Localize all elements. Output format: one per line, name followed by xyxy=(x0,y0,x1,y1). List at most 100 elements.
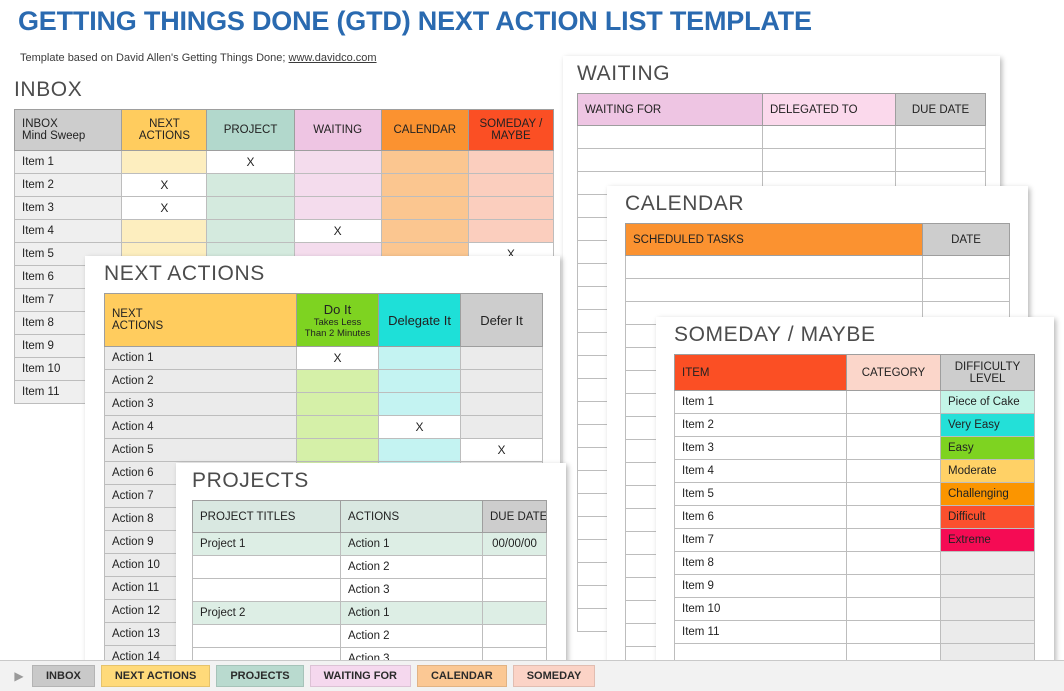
action-label[interactable]: Action 5 xyxy=(104,438,297,462)
col-scheduled-tasks[interactable]: SCHEDULED TASKS xyxy=(625,223,923,256)
someday-category-cell[interactable] xyxy=(846,574,941,598)
col-defer-it[interactable]: Defer It xyxy=(460,293,543,347)
col-delegate-it[interactable]: Delegate It xyxy=(378,293,461,347)
project-due-cell[interactable] xyxy=(482,601,547,625)
someday-item-label[interactable]: Item 10 xyxy=(674,597,847,621)
empty-cell[interactable] xyxy=(625,255,923,279)
empty-cell[interactable] xyxy=(895,125,986,149)
col-next-actions[interactable]: NEXT ACTIONS xyxy=(104,293,297,347)
project-due-cell[interactable] xyxy=(482,624,547,648)
someday-category-cell[interactable] xyxy=(846,413,941,437)
col-due-date[interactable]: DUE DATE xyxy=(895,93,986,126)
project-title-cell[interactable] xyxy=(192,555,341,579)
project-action-cell[interactable]: Action 1 xyxy=(340,532,483,556)
sheet-tab-calendar[interactable]: CALENDAR xyxy=(416,665,507,687)
inbox-cell[interactable] xyxy=(380,150,469,174)
col-waiting[interactable]: WAITING xyxy=(293,109,382,151)
project-action-cell[interactable]: Action 1 xyxy=(340,601,483,625)
col-do-it[interactable]: Do It Takes Less Than 2 Minutes xyxy=(296,293,379,347)
inbox-cell[interactable] xyxy=(121,219,208,243)
someday-category-cell[interactable] xyxy=(846,436,941,460)
someday-category-cell[interactable] xyxy=(846,528,941,552)
project-action-cell[interactable]: Action 3 xyxy=(340,578,483,602)
inbox-cell[interactable] xyxy=(206,173,295,197)
sheet-tab-someday[interactable]: SOMEDAY xyxy=(512,665,596,687)
empty-cell[interactable] xyxy=(577,148,763,172)
someday-category-cell[interactable] xyxy=(846,482,941,506)
someday-item-label[interactable]: Item 5 xyxy=(674,482,847,506)
someday-item-label[interactable]: Item 9 xyxy=(674,574,847,598)
action-label[interactable]: Action 1 xyxy=(104,346,297,370)
empty-cell[interactable] xyxy=(625,278,923,302)
sheet-tab-projects[interactable]: PROJECTS xyxy=(216,665,304,687)
inbox-cell[interactable] xyxy=(467,150,555,174)
action-cell[interactable] xyxy=(460,415,543,439)
inbox-cell[interactable] xyxy=(121,150,208,174)
sheet-tab-inbox[interactable]: INBOX xyxy=(32,665,95,687)
someday-difficulty-cell[interactable]: Difficult xyxy=(940,505,1035,529)
action-cell[interactable] xyxy=(296,369,379,393)
inbox-mark-cell[interactable]: X xyxy=(206,150,295,174)
col-someday-maybe[interactable]: SOMEDAY / MAYBE xyxy=(467,109,555,151)
action-mark-cell[interactable]: X xyxy=(296,346,379,370)
action-cell[interactable] xyxy=(296,392,379,416)
inbox-item-label[interactable]: Item 1 xyxy=(14,150,123,174)
project-action-cell[interactable]: Action 2 xyxy=(340,555,483,579)
someday-item-label[interactable]: Item 8 xyxy=(674,551,847,575)
sheet-tab-next-actions[interactable]: NEXT ACTIONS xyxy=(100,665,211,687)
col-difficulty-level[interactable]: DIFFICULTY LEVEL xyxy=(940,354,1035,391)
col-waiting-for[interactable]: WAITING FOR xyxy=(577,93,763,126)
inbox-item-label[interactable]: Item 2 xyxy=(14,173,123,197)
action-cell[interactable] xyxy=(460,392,543,416)
someday-difficulty-cell[interactable] xyxy=(940,597,1035,621)
inbox-mark-cell[interactable]: X xyxy=(121,173,208,197)
someday-category-cell[interactable] xyxy=(846,459,941,483)
inbox-cell[interactable] xyxy=(467,196,555,220)
someday-difficulty-cell[interactable]: Extreme xyxy=(940,528,1035,552)
action-cell[interactable] xyxy=(296,438,379,462)
empty-cell[interactable] xyxy=(762,125,896,149)
someday-difficulty-cell[interactable]: Very Easy xyxy=(940,413,1035,437)
action-cell[interactable] xyxy=(460,346,543,370)
someday-difficulty-cell[interactable] xyxy=(940,551,1035,575)
action-label[interactable]: Action 3 xyxy=(104,392,297,416)
empty-cell[interactable] xyxy=(922,255,1010,279)
empty-cell[interactable] xyxy=(922,278,1010,302)
action-cell[interactable] xyxy=(460,369,543,393)
someday-difficulty-cell[interactable] xyxy=(940,574,1035,598)
action-cell[interactable] xyxy=(378,392,461,416)
inbox-cell[interactable] xyxy=(380,173,469,197)
someday-difficulty-cell[interactable]: Challenging xyxy=(940,482,1035,506)
someday-category-cell[interactable] xyxy=(846,597,941,621)
inbox-cell[interactable] xyxy=(467,219,555,243)
action-label[interactable]: Action 4 xyxy=(104,415,297,439)
empty-cell[interactable] xyxy=(762,148,896,172)
col-inbox-mindsweep[interactable]: INBOX Mind Sweep xyxy=(14,109,123,151)
col-actions[interactable]: ACTIONS xyxy=(340,500,483,533)
someday-item-label[interactable]: Item 1 xyxy=(674,390,847,414)
empty-cell[interactable] xyxy=(577,125,763,149)
someday-item-label[interactable]: Item 4 xyxy=(674,459,847,483)
col-project[interactable]: PROJECT xyxy=(206,109,295,151)
someday-item-label[interactable]: Item 6 xyxy=(674,505,847,529)
someday-category-cell[interactable] xyxy=(846,390,941,414)
project-due-cell[interactable] xyxy=(482,578,547,602)
empty-cell[interactable] xyxy=(895,148,986,172)
inbox-cell[interactable] xyxy=(293,150,382,174)
project-title-cell[interactable]: Project 2 xyxy=(192,601,341,625)
col-next-actions[interactable]: NEXT ACTIONS xyxy=(121,109,208,151)
someday-item-label[interactable]: Item 2 xyxy=(674,413,847,437)
project-title-cell[interactable] xyxy=(192,624,341,648)
someday-category-cell[interactable] xyxy=(846,505,941,529)
col-category[interactable]: CATEGORY xyxy=(846,354,941,391)
project-due-cell[interactable] xyxy=(482,555,547,579)
someday-item-label[interactable]: Item 7 xyxy=(674,528,847,552)
inbox-cell[interactable] xyxy=(467,173,555,197)
col-project-titles[interactable]: PROJECT TITLES xyxy=(192,500,341,533)
inbox-cell[interactable] xyxy=(293,196,382,220)
scroll-right-arrow-icon[interactable]: ▶ xyxy=(6,665,32,687)
davidco-link[interactable]: www.davidco.com xyxy=(289,52,377,64)
inbox-cell[interactable] xyxy=(206,219,295,243)
someday-difficulty-cell[interactable] xyxy=(940,620,1035,644)
inbox-mark-cell[interactable]: X xyxy=(293,219,382,243)
